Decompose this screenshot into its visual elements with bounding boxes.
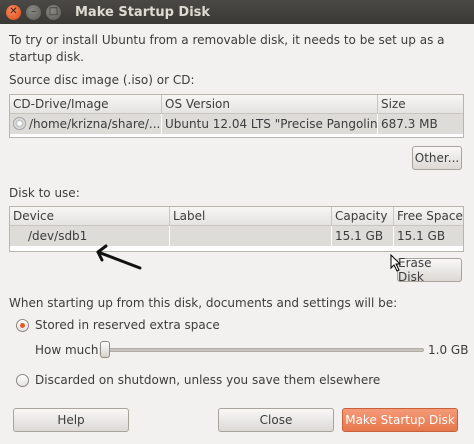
arrow-annotation-icon [96,244,142,270]
source-image-path: /home/krizna/share/... [29,117,161,131]
stored-radio-label[interactable]: Stored in reserved extra space [35,318,220,332]
mouse-pointer-icon [390,254,402,272]
disk-free-space: 15.1 GB [397,229,446,243]
column-capacity[interactable]: Capacity [332,207,394,225]
column-size[interactable]: Size [378,95,463,113]
window-title: Make Startup Disk [75,4,211,20]
source-size: 687.3 MB [381,117,438,131]
help-button[interactable]: Help [13,408,129,432]
disk-label [170,226,332,246]
make-startup-disk-button[interactable]: Make Startup Disk [342,408,458,432]
disk-table-header: Device Label Capacity Free Space [10,207,463,226]
source-os-version: Ubuntu 12.04 LTS "Precise Pangolin"... [162,114,378,134]
source-section-label: Source disc image (.iso) or CD: [9,73,195,87]
column-os-version[interactable]: OS Version [162,95,378,113]
column-cd-drive[interactable]: CD-Drive/Image [10,95,162,113]
how-much-value: 1.0 GB [428,343,469,357]
disc-image-icon [13,117,26,130]
how-much-slider-track[interactable] [100,348,424,352]
source-table-header: CD-Drive/Image OS Version Size [10,95,463,114]
title-bar: ✕ – □ Make Startup Disk [0,0,474,24]
startup-heading: When starting up from this disk, documen… [9,296,398,310]
close-window-icon[interactable]: ✕ [6,4,21,20]
how-much-label: How much: [35,343,103,357]
discard-radio[interactable] [16,374,29,387]
disk-capacity: 15.1 GB [332,226,394,246]
table-row[interactable]: /dev/sdb1 15.1 GB 15.1 GB [10,226,463,246]
maximize-window-icon[interactable]: □ [46,4,61,20]
intro-text: To try or install Ubuntu from a removabl… [9,33,445,64]
disk-table: Device Label Capacity Free Space /dev/sd… [9,206,464,252]
column-free-space[interactable]: Free Space [394,207,463,225]
discard-radio-label[interactable]: Discarded on shutdown, unless you save t… [35,373,380,387]
close-button[interactable]: Close [218,408,334,432]
disk-section-label: Disk to use: [9,186,80,200]
other-button[interactable]: Other... [412,146,462,170]
how-much-slider-handle[interactable] [100,341,110,358]
minimize-window-icon[interactable]: – [26,4,41,20]
stored-radio[interactable] [16,319,29,332]
source-table: CD-Drive/Image OS Version Size /home/kri… [9,94,464,138]
column-device[interactable]: Device [10,207,170,225]
table-row[interactable]: /home/krizna/share/... Ubuntu 12.04 LTS … [10,114,463,134]
erase-disk-button[interactable]: Erase Disk [397,256,462,284]
column-label[interactable]: Label [170,207,332,225]
